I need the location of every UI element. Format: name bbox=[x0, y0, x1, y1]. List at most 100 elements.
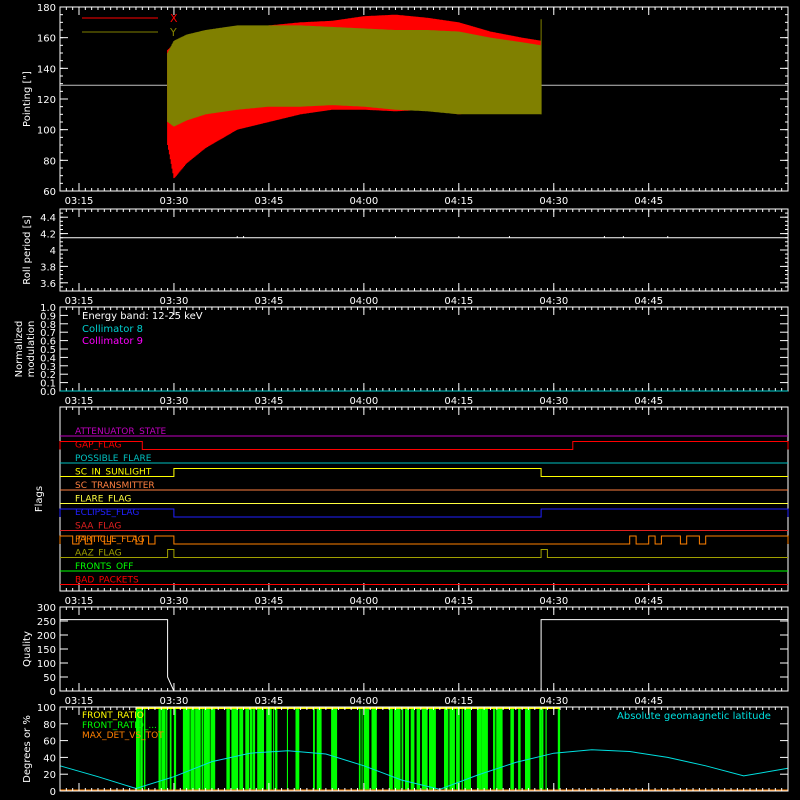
y-tick-label: 4 bbox=[50, 246, 56, 257]
y-axis-label: Flags bbox=[34, 486, 45, 512]
time-tick-label: 04:45 bbox=[634, 296, 663, 307]
time-tick-label: 03:15 bbox=[65, 596, 94, 607]
y-tick-label: 200 bbox=[37, 631, 56, 642]
flags-frame bbox=[59, 406, 789, 592]
time-tick-label: 03:45 bbox=[254, 296, 283, 307]
y-tick-label: 300 bbox=[37, 603, 56, 614]
y-tick-label: 140 bbox=[37, 64, 56, 75]
legend-label-geomag: Absolute geomagnetic latitude bbox=[617, 711, 771, 722]
time-tick-label: 04:15 bbox=[444, 396, 473, 407]
time-tick-label: 03:15 bbox=[65, 296, 94, 307]
time-tick-label: 03:45 bbox=[254, 396, 283, 407]
time-tick-label: 04:30 bbox=[539, 696, 568, 707]
time-tick-label: 04:30 bbox=[539, 596, 568, 607]
flag-label-gap-flag: GAP_FLAG bbox=[75, 441, 121, 451]
legend-label-1: FRONT_RATIO_... bbox=[82, 721, 157, 731]
time-tick-label: 03:30 bbox=[160, 596, 189, 607]
legend-label-collimator-9: Collimator 9 bbox=[82, 336, 143, 347]
y-tick-label: 100 bbox=[37, 126, 56, 137]
time-tick-label: 04:00 bbox=[349, 196, 378, 207]
pointing-panel: 60 80 100 120 140 160 180 XY Pointing ["] 03:15 03… bbox=[22, 3, 789, 207]
y-tick-label: 250 bbox=[37, 617, 56, 628]
flag-line-aaz-flag bbox=[60, 549, 788, 558]
y-axis-label-line2: modulation bbox=[26, 321, 37, 378]
time-tick-label: 04:30 bbox=[539, 296, 568, 307]
time-tick-label: 03:30 bbox=[160, 696, 189, 707]
flags-panel: ATTENUATOR_STATE GAP_FLAG POSSIBLE_FLARE SC… bbox=[34, 406, 789, 607]
time-tick-label: 04:45 bbox=[634, 596, 663, 607]
y-tick-label: 120 bbox=[37, 95, 56, 106]
time-tick-label: 04:15 bbox=[444, 596, 473, 607]
y-tick-label: 100 bbox=[37, 659, 56, 670]
flag-label-fronts-off: FRONTS_OFF bbox=[75, 562, 133, 572]
time-tick-label: 03:45 bbox=[254, 596, 283, 607]
time-tick-label: 04:15 bbox=[444, 296, 473, 307]
y-tick-label: 4.4 bbox=[40, 213, 56, 224]
y-tick-label: 0 bbox=[50, 687, 56, 698]
flag-label-flare-flag: FLARE_FLAG bbox=[75, 495, 131, 505]
y-tick-label: 1.0 bbox=[40, 303, 56, 314]
y-tick-label: 4.2 bbox=[40, 230, 56, 241]
y-tick-label: 160 bbox=[37, 34, 56, 45]
legend-label-2: MAX_DET_VS_TOT bbox=[82, 731, 164, 741]
time-tick-label: 03:15 bbox=[65, 396, 94, 407]
flag-label-possible-flare: POSSIBLE_FLARE bbox=[75, 454, 152, 464]
legend-label-x: X bbox=[170, 12, 178, 25]
flag-label-sc-transmitter: SC_TRANSMITTER bbox=[75, 481, 155, 491]
y-tick-label: 180 bbox=[37, 3, 56, 14]
y-tick-label: 3.8 bbox=[40, 262, 56, 273]
y-axis-label: Roll period [s] bbox=[22, 215, 33, 284]
legend-label-0: FRONT_RATIO bbox=[82, 711, 144, 721]
flag-label-particle-flag: PARTICLE_FLAG bbox=[75, 535, 145, 545]
time-tick-label: 04:00 bbox=[349, 396, 378, 407]
time-tick-label: 04:45 bbox=[634, 196, 663, 207]
roll-period-panel: 3.6 3.8 4 4.2 4.4 Roll period [s] 03:15 03:30 03… bbox=[22, 208, 789, 307]
flag-label-attenuator-state: ATTENUATOR_STATE bbox=[75, 427, 167, 437]
time-tick-label: 04:30 bbox=[539, 396, 568, 407]
y-tick-label: 0 bbox=[50, 787, 56, 798]
y-tick-label: 80 bbox=[43, 156, 56, 167]
y-tick-label: 40 bbox=[43, 753, 56, 764]
time-tick-label: 04:15 bbox=[444, 696, 473, 707]
time-tick-label: 03:45 bbox=[254, 696, 283, 707]
legend-label-collimator-8: Collimator 8 bbox=[82, 324, 143, 335]
flag-label-sc-in-sunlight: SC_IN_SUNLIGHT bbox=[75, 468, 152, 478]
roll-frame bbox=[59, 208, 789, 292]
time-tick-label: 04:00 bbox=[349, 596, 378, 607]
time-tick-label: 03:45 bbox=[254, 196, 283, 207]
flag-line-sc-in-sunlight bbox=[60, 468, 788, 477]
time-tick-label: 03:30 bbox=[160, 196, 189, 207]
flag-label-eclipse-flag: ECLIPSE_FLAG bbox=[75, 508, 139, 518]
flag-label-aaz-flag: AAZ_FLAG bbox=[75, 549, 122, 559]
y-axis-label-line1: Normalized bbox=[14, 321, 25, 378]
series-y-oscillation bbox=[167, 25, 542, 127]
flag-line-particle-flag bbox=[59, 535, 789, 545]
quality-panel: 0 50 100 150 200 250 300 Quality 03:15 03:30 03:45… bbox=[22, 603, 789, 707]
y-tick-label: 60 bbox=[43, 737, 56, 748]
time-tick-label: 04:30 bbox=[539, 196, 568, 207]
y-tick-label: 50 bbox=[43, 673, 56, 684]
time-tick-label: 03:30 bbox=[160, 396, 189, 407]
y-tick-label: 60 bbox=[43, 187, 56, 198]
y-axis-label: Quality bbox=[22, 631, 33, 667]
time-tick-label: 04:00 bbox=[349, 296, 378, 307]
y-tick-label: 100 bbox=[37, 703, 56, 714]
y-tick-label: 150 bbox=[37, 645, 56, 656]
y-axis-label: Pointing ["] bbox=[22, 71, 33, 127]
quality-line bbox=[60, 619, 788, 692]
time-tick-label: 03:15 bbox=[65, 196, 94, 207]
modulation-panel: 0.00.10.20.30.40.50.60.70.80.91.0Energy … bbox=[14, 303, 789, 407]
time-tick-label: 04:15 bbox=[444, 196, 473, 207]
flag-label-bad-packets: BAD_PACKETS bbox=[75, 576, 139, 586]
time-tick-label: 03:30 bbox=[160, 296, 189, 307]
y-tick-label: 20 bbox=[43, 770, 56, 781]
quicklook-figure: 6080100120140160180XYPointing ["]03:15 03… bbox=[14, 3, 789, 798]
front-ratio-2-bars bbox=[136, 707, 561, 791]
flag-line-gap-flag bbox=[59, 441, 789, 450]
energy-band-annotation: Energy band: 12-25 keV bbox=[82, 311, 203, 322]
time-tick-label: 04:00 bbox=[349, 696, 378, 707]
y-axis-label: Degrees or % bbox=[22, 715, 33, 783]
y-tick-label: 80 bbox=[43, 720, 56, 731]
geomag-panel: 0 20 40 60 80 100 FRONT_RATIOFRONT_RATIO_...MA… bbox=[22, 703, 789, 798]
y-tick-label: 3.6 bbox=[40, 279, 56, 290]
